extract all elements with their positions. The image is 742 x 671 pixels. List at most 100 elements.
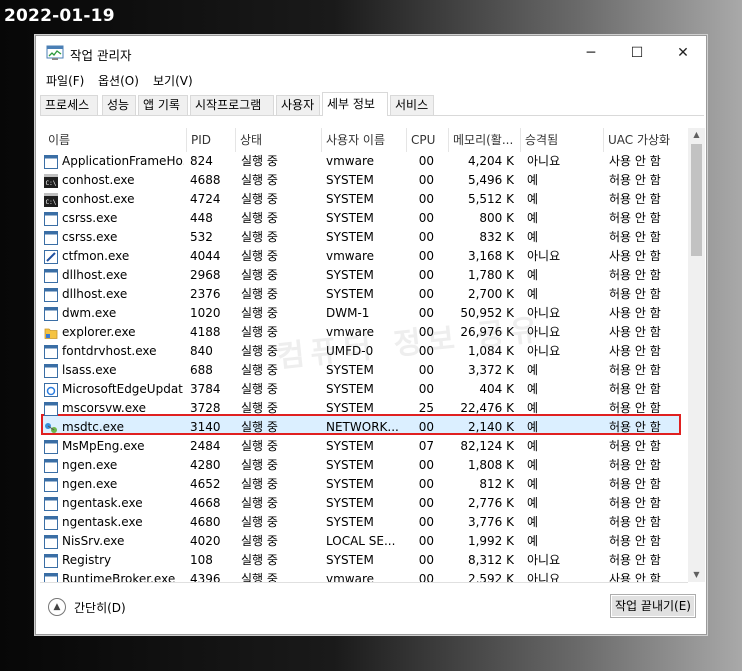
maximize-button[interactable]: ☐ bbox=[614, 36, 660, 70]
close-button[interactable]: ✕ bbox=[660, 36, 706, 70]
tab-users[interactable]: 사용자 bbox=[276, 95, 320, 115]
scroll-up-icon[interactable]: ▲ bbox=[688, 128, 705, 142]
cell-uac: 사용 안 함 bbox=[609, 306, 661, 320]
tab-app-history[interactable]: 앱 기록 bbox=[138, 95, 188, 115]
cell-cpu: 00 bbox=[418, 268, 434, 282]
cell-user: LOCAL SE... bbox=[326, 534, 396, 548]
cell-pid: 4280 bbox=[190, 458, 221, 472]
cell-pid: 4020 bbox=[190, 534, 221, 548]
table-row[interactable]: dllhost.exe 2376 실행 중 SYSTEM 00 2,700 K 예 허용 안 … bbox=[40, 285, 694, 304]
date-label: 2022-01-19 bbox=[4, 6, 115, 26]
column-header-memory[interactable]: 메모리(활... bbox=[448, 128, 520, 152]
table-row[interactable]: RuntimeBroker.exe 4396 실행 중 vmware 00 2,592 K… bbox=[40, 570, 694, 582]
cell-pid: 4668 bbox=[190, 496, 221, 510]
cell-mem: 8,312 K bbox=[467, 553, 514, 567]
cell-uac: 허용 안 함 bbox=[609, 553, 661, 567]
minimize-button[interactable]: ─ bbox=[568, 36, 614, 70]
cell-user: SYSTEM bbox=[326, 382, 374, 396]
cell-elevated: 예 bbox=[527, 230, 539, 244]
cell-cpu: 00 bbox=[418, 154, 434, 168]
tab-details[interactable]: 세부 정보 bbox=[322, 92, 388, 116]
vertical-scrollbar[interactable]: ▲ ▼ bbox=[688, 128, 705, 582]
tab-processes[interactable]: 프로세스 bbox=[40, 95, 98, 115]
cell-pid: 840 bbox=[190, 344, 213, 358]
table-row[interactable]: Registry 108 실행 중 SYSTEM 00 8,312 K 아니요 허용 안 함 bbox=[40, 551, 694, 570]
table-row[interactable]: MicrosoftEdgeUpdat... 3784 실행 중 SYSTEM 00 404… bbox=[40, 380, 694, 399]
cell-user: SYSTEM bbox=[326, 553, 374, 567]
table-row[interactable]: NisSrv.exe 4020 실행 중 LOCAL SE... 00 1,992 K 예 허… bbox=[40, 532, 694, 551]
table-row[interactable]: mscorsvw.exe 3728 실행 중 SYSTEM 25 22,476 K 예 허용 … bbox=[40, 399, 694, 418]
column-header-name[interactable]: 이름 ^ bbox=[44, 128, 187, 152]
table-row[interactable]: msdtc.exe 3140 실행 중 NETWORK... 00 2,140 K 예 허용 … bbox=[40, 418, 694, 437]
cell-uac: 허용 안 함 bbox=[609, 439, 661, 453]
table-row[interactable]: C:\ conhost.exe 4724 실행 중 SYSTEM 00 5,512 K 예 허용… bbox=[40, 190, 694, 209]
column-header-cpu[interactable]: CPU bbox=[406, 128, 448, 152]
table-row[interactable]: csrss.exe 448 실행 중 SYSTEM 00 800 K 예 허용 안 함 bbox=[40, 209, 694, 228]
table-row[interactable]: ngen.exe 4280 실행 중 SYSTEM 00 1,808 K 예 허용 안 함 bbox=[40, 456, 694, 475]
menu-options[interactable]: 옵션(O) bbox=[98, 72, 139, 89]
cell-cpu: 00 bbox=[418, 458, 434, 472]
table-row[interactable]: dllhost.exe 2968 실행 중 SYSTEM 00 1,780 K 예 허용 안 … bbox=[40, 266, 694, 285]
table-row[interactable]: C:\ conhost.exe 4688 실행 중 SYSTEM 00 5,496 K 예 허용… bbox=[40, 171, 694, 190]
cell-user: SYSTEM bbox=[326, 230, 374, 244]
cell-name: MicrosoftEdgeUpdat... bbox=[62, 382, 184, 396]
table-row[interactable]: lsass.exe 688 실행 중 SYSTEM 00 3,372 K 예 허용 안 함 bbox=[40, 361, 694, 380]
cell-name: MsMpEng.exe bbox=[62, 439, 145, 453]
cell-status: 실행 중 bbox=[241, 306, 278, 320]
cell-name: fontdrvhost.exe bbox=[62, 344, 157, 358]
tab-startup[interactable]: 시작프로그램 bbox=[190, 95, 274, 115]
cell-uac: 사용 안 함 bbox=[609, 344, 661, 358]
column-header-status[interactable]: 상태 bbox=[235, 128, 321, 152]
window-icon bbox=[44, 477, 58, 492]
cell-cpu: 00 bbox=[418, 325, 434, 339]
title-bar[interactable]: 작업 관리자 ─ ☐ ✕ bbox=[36, 36, 706, 70]
cell-status: 실행 중 bbox=[241, 211, 278, 225]
cell-name: msdtc.exe bbox=[62, 420, 124, 434]
cell-uac: 허용 안 함 bbox=[609, 515, 661, 529]
menu-file[interactable]: 파일(F) bbox=[46, 72, 84, 89]
table-row[interactable]: csrss.exe 532 실행 중 SYSTEM 00 832 K 예 허용 안 함 bbox=[40, 228, 694, 247]
scroll-down-icon[interactable]: ▼ bbox=[688, 568, 705, 582]
cell-cpu: 00 bbox=[418, 306, 434, 320]
table-row[interactable]: ctfmon.exe 4044 실행 중 vmware 00 3,168 K 아니요 사용 안… bbox=[40, 247, 694, 266]
column-header-pid[interactable]: PID bbox=[186, 128, 235, 152]
table-row[interactable]: explorer.exe 4188 실행 중 vmware 00 26,976 K 아니요 사… bbox=[40, 323, 694, 342]
cell-status: 실행 중 bbox=[241, 268, 278, 282]
table-row[interactable]: MsMpEng.exe 2484 실행 중 SYSTEM 07 82,124 K 예 허용 안… bbox=[40, 437, 694, 456]
cell-pid: 1020 bbox=[190, 306, 221, 320]
cell-elevated: 아니요 bbox=[527, 572, 561, 582]
end-task-button[interactable]: 작업 끝내기(E) bbox=[610, 594, 696, 618]
cell-cpu: 00 bbox=[418, 420, 434, 434]
cell-user: vmware bbox=[326, 325, 375, 339]
cell-mem: 2,592 K bbox=[467, 572, 514, 582]
column-header-elevated[interactable]: 승격됨 bbox=[520, 128, 603, 152]
window-icon bbox=[44, 458, 58, 473]
tab-performance[interactable]: 성능 bbox=[102, 95, 136, 115]
menu-view[interactable]: 보기(V) bbox=[153, 72, 193, 89]
table-row[interactable]: dwm.exe 1020 실행 중 DWM-1 00 50,952 K 아니요 사용 안 함 bbox=[40, 304, 694, 323]
cell-uac: 허용 안 함 bbox=[609, 401, 661, 415]
tab-services[interactable]: 서비스 bbox=[390, 95, 434, 115]
cell-name: ngentask.exe bbox=[62, 515, 143, 529]
cell-user: SYSTEM bbox=[326, 211, 374, 225]
cell-status: 실행 중 bbox=[241, 154, 278, 168]
cell-user: UMFD-0 bbox=[326, 344, 374, 358]
cell-name: csrss.exe bbox=[62, 230, 118, 244]
collapse-link[interactable]: 간단히(D) bbox=[74, 599, 126, 616]
table-row[interactable]: ngentask.exe 4680 실행 중 SYSTEM 00 3,776 K 예 허용 안… bbox=[40, 513, 694, 532]
table-row[interactable]: ApplicationFrameHo... 824 실행 중 vmware 00 4,20… bbox=[40, 152, 694, 171]
table-row[interactable]: ngentask.exe 4668 실행 중 SYSTEM 00 2,776 K 예 허용 안… bbox=[40, 494, 694, 513]
cell-name: Registry bbox=[62, 553, 112, 567]
table-row[interactable]: fontdrvhost.exe 840 실행 중 UMFD-0 00 1,084 K 아니요… bbox=[40, 342, 694, 361]
column-header-uac[interactable]: UAC 가상화 bbox=[603, 128, 691, 152]
chevron-up-icon[interactable]: ▲ bbox=[48, 598, 66, 616]
cell-cpu: 07 bbox=[418, 439, 434, 453]
cell-elevated: 예 bbox=[527, 439, 539, 453]
cell-elevated: 예 bbox=[527, 458, 539, 472]
cell-uac: 사용 안 함 bbox=[609, 249, 661, 263]
column-header-username[interactable]: 사용자 이름 bbox=[321, 128, 406, 152]
cell-mem: 2,700 K bbox=[467, 287, 514, 301]
scroll-thumb[interactable] bbox=[691, 144, 702, 256]
table-row[interactable]: ngen.exe 4652 실행 중 SYSTEM 00 812 K 예 허용 안 함 bbox=[40, 475, 694, 494]
cell-pid: 4688 bbox=[190, 173, 221, 187]
